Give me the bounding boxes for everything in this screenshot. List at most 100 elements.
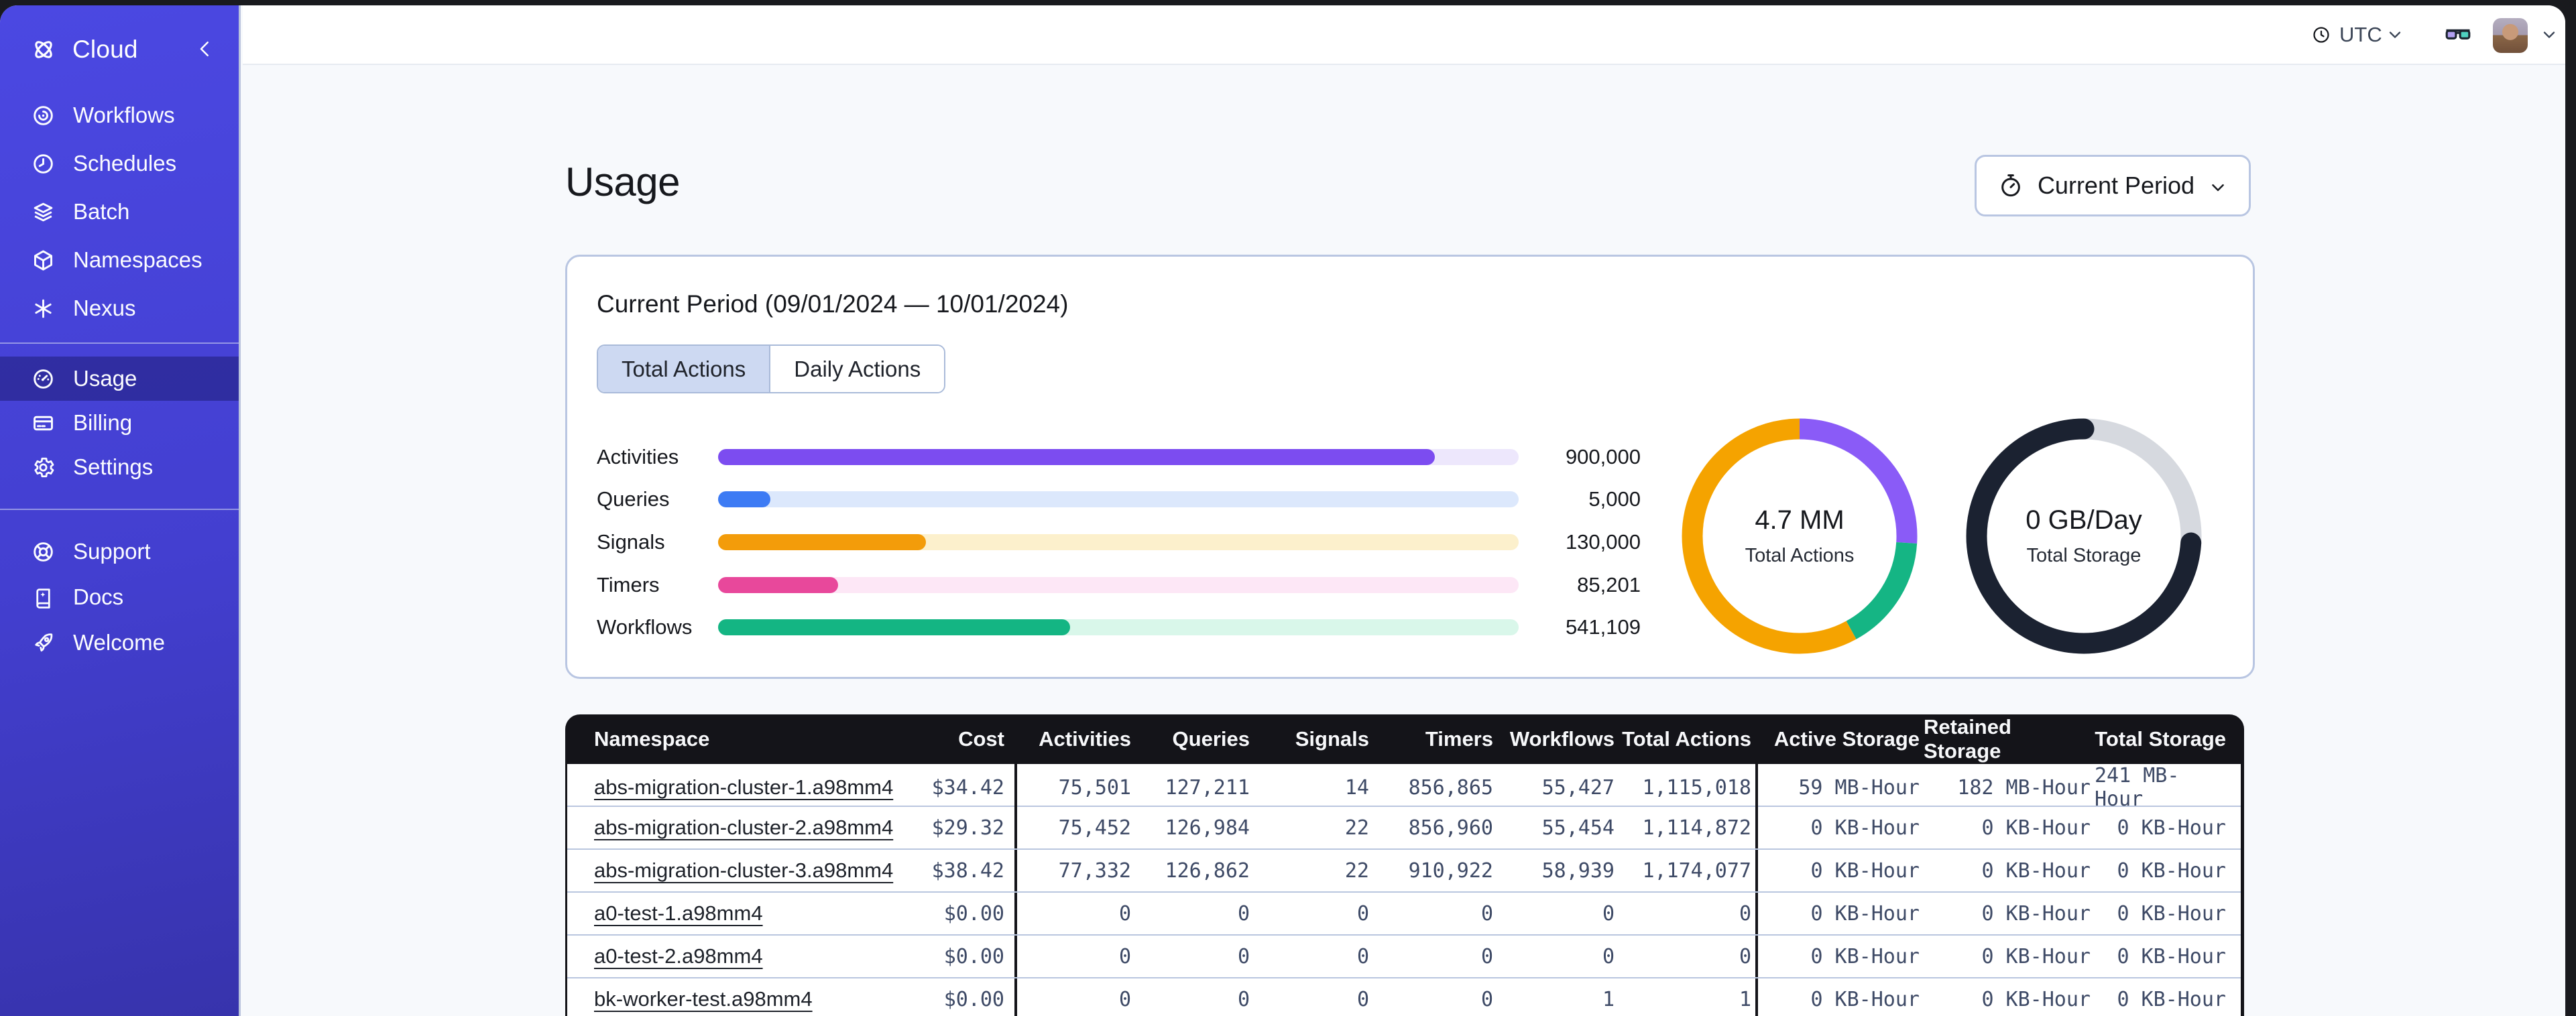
total-actions-donut: 4.7 MM Total Actions — [1682, 418, 1918, 654]
table-row: abs-migration-cluster-2.a98mm4 $29.32 75,4… — [567, 807, 2241, 850]
table-cell: 0 KB-Hour — [2117, 901, 2226, 926]
bar-value: 5,000 — [1588, 487, 1641, 511]
table-cell: 0 KB-Hour — [2117, 987, 2226, 1011]
sidebar-item-docs[interactable]: Docs — [0, 574, 239, 620]
glasses-icon[interactable] — [2444, 5, 2472, 64]
table-cell: $34.42 — [931, 775, 1004, 800]
main-content: Usage Current Period Current Period (09/… — [243, 65, 2565, 1016]
bar-value: 130,000 — [1565, 529, 1641, 554]
user-avatar[interactable] — [2493, 18, 2528, 53]
table-header-cell: Total Storage — [2095, 727, 2226, 751]
table-cell: 0 KB-Hour — [1755, 978, 1924, 1016]
tab-total-actions[interactable]: Total Actions — [598, 346, 770, 392]
table-cell: 0 KB-Hour — [2117, 944, 2226, 968]
sidebar-item-schedules[interactable]: Schedules — [0, 139, 239, 188]
table-cell: abs-migration-cluster-3.a98mm4 — [567, 850, 914, 891]
sidebar-item-label: Namespaces — [73, 247, 202, 272]
table-cell: 0 — [1356, 901, 1369, 926]
bar-category-label: Queries — [597, 487, 670, 511]
period-selector-button[interactable]: Current Period — [1975, 155, 2251, 216]
namespace-link[interactable]: abs-migration-cluster-3.a98mm4 — [594, 859, 893, 883]
sidebar-item-label: Schedules — [73, 151, 177, 176]
bar-track — [718, 576, 1519, 593]
table-header-cell: Signals — [1295, 727, 1369, 751]
sidebar-item-welcome[interactable]: Welcome — [0, 620, 239, 665]
table-cell: 0 KB-Hour — [1981, 859, 2091, 883]
settings-icon — [31, 455, 56, 480]
table-cell: 1 — [1602, 987, 1615, 1011]
billing-icon — [31, 411, 56, 436]
namespace-link[interactable]: abs-migration-cluster-1.a98mm4 — [594, 775, 893, 800]
collapse-sidebar-icon[interactable] — [193, 37, 217, 61]
brand-label: Cloud — [72, 36, 138, 63]
sidebar-item-support[interactable]: Support — [0, 529, 239, 574]
temporal-cloud-logo-icon — [30, 36, 58, 64]
namespace-link[interactable]: abs-migration-cluster-2.a98mm4 — [594, 816, 893, 840]
bar-row-signals: Signals 130,000 — [597, 521, 1643, 564]
account-chevron-down-icon[interactable] — [2540, 5, 2559, 64]
sidebar-item-label: Settings — [73, 454, 154, 479]
table-cell: bk-worker-test.a98mm4 — [567, 978, 914, 1016]
sidebar-item-label: Nexus — [73, 296, 136, 320]
table-row: bk-worker-test.a98mm4 $0.00 0 0 0 0 1 1 0 KB-Hou… — [567, 978, 2241, 1016]
table-cell: 77,332 — [1014, 850, 1135, 891]
namespace-link[interactable]: bk-worker-test.a98mm4 — [594, 987, 813, 1011]
sidebar-brand[interactable]: Cloud — [30, 32, 138, 67]
sidebar-item-batch[interactable]: Batch — [0, 188, 239, 236]
support-icon — [31, 539, 56, 564]
tab-daily-actions[interactable]: Daily Actions — [769, 346, 945, 392]
table-cell: 0 KB-Hour — [1755, 893, 1924, 934]
sidebar-item-usage[interactable]: Usage — [0, 357, 239, 401]
table-cell: 14 — [1344, 775, 1369, 800]
table-cell: 0 — [1014, 978, 1135, 1016]
bar-fill — [718, 491, 770, 508]
sidebar-item-label: Usage — [73, 366, 137, 391]
table-cell: 0 KB-Hour — [1981, 901, 2091, 926]
sidebar-item-label: Batch — [73, 199, 130, 224]
bar-value: 900,000 — [1565, 444, 1641, 468]
sidebar-item-label: Support — [73, 539, 151, 564]
table-cell: 0 — [1480, 901, 1493, 926]
donut-center-value: 0 GB/Day — [2026, 505, 2142, 535]
schedules-icon — [31, 151, 56, 176]
period-selector-label: Current Period — [2037, 172, 2195, 199]
sidebar-item-settings[interactable]: Settings — [0, 445, 239, 489]
timezone-label[interactable]: UTC — [2339, 5, 2382, 64]
bar-category-label: Timers — [597, 572, 660, 596]
table-cell: a0-test-2.a98mm4 — [567, 936, 914, 977]
table-cell: 1,114,872 — [1642, 816, 1751, 840]
namespace-link[interactable]: a0-test-2.a98mm4 — [594, 944, 763, 968]
table-cell: 0 — [1237, 987, 1250, 1011]
sidebar-item-label: Billing — [73, 410, 133, 435]
timezone-chevron-down-icon[interactable] — [2386, 5, 2404, 64]
table-header-cell: Activities — [1039, 727, 1131, 751]
bar-category-label: Workflows — [597, 615, 693, 639]
table-cell: 22 — [1344, 816, 1369, 840]
table-cell: 0 KB-Hour — [2117, 816, 2226, 840]
sidebar-item-workflows[interactable]: Workflows — [0, 91, 239, 139]
table-header-cell: Namespace — [594, 727, 710, 751]
table-cell: 22 — [1344, 859, 1369, 883]
sidebar-item-nexus[interactable]: Nexus — [0, 284, 239, 332]
donut-center: 0 GB/Day Total Storage — [1966, 418, 2202, 654]
table-cell: 75,501 — [1014, 764, 1135, 811]
namespace-link[interactable]: a0-test-1.a98mm4 — [594, 901, 763, 926]
bar-category-label: Signals — [597, 529, 665, 554]
bar-row-timers: Timers 85,201 — [597, 564, 1643, 607]
nexus-icon — [31, 296, 56, 321]
table-cell: abs-migration-cluster-1.a98mm4 — [567, 764, 914, 811]
table-cell: 0 — [1739, 901, 1751, 926]
bar-fill — [718, 533, 927, 550]
batch-icon — [31, 200, 56, 225]
table-row: abs-migration-cluster-3.a98mm4 $38.42 77,3… — [567, 850, 2241, 893]
sidebar-item-namespaces[interactable]: Namespaces — [0, 236, 239, 284]
table-header-cell: Cost — [958, 727, 1004, 751]
table-cell: 55,427 — [1541, 775, 1615, 800]
clock-icon — [2311, 5, 2331, 64]
bar-row-activities: Activities 900,000 — [597, 436, 1643, 479]
namespace-usage-table: Namespace Cost Activities Queries Signals Tim… — [565, 714, 2244, 1016]
table-cell: 0 KB-Hour — [2117, 859, 2226, 883]
table-cell: 0 — [1014, 893, 1135, 934]
sidebar-item-billing[interactable]: Billing — [0, 401, 239, 445]
table-cell: 0 KB-Hour — [1755, 936, 1924, 977]
